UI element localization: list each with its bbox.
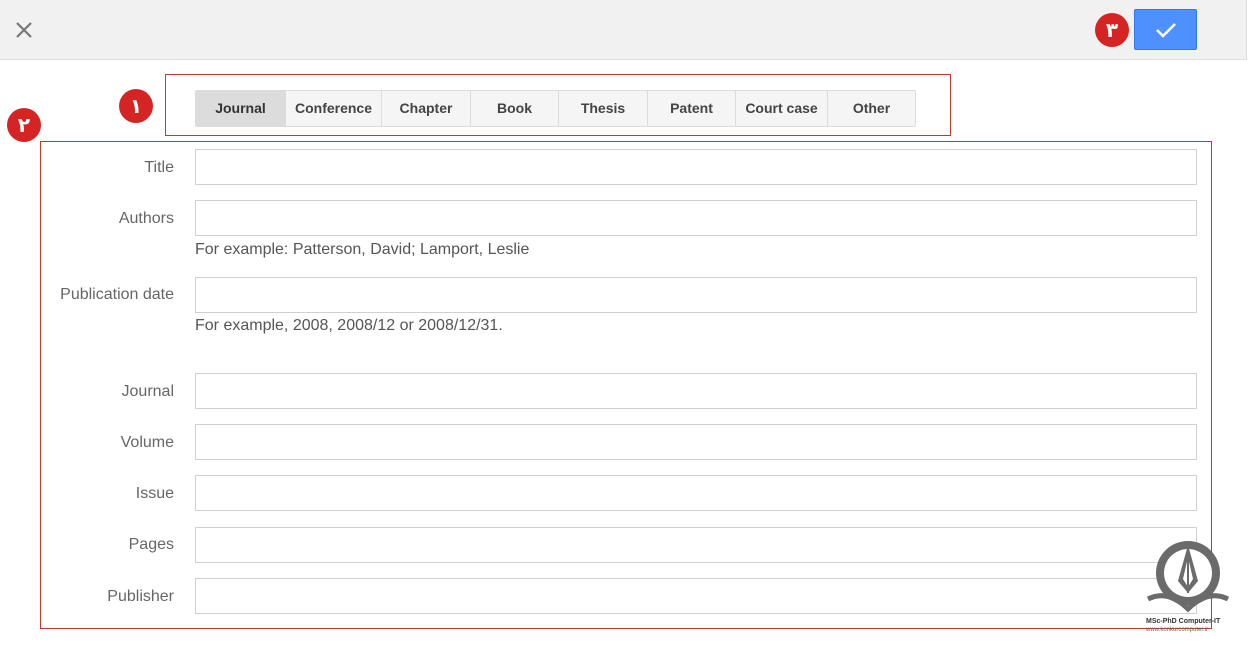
- issue-label: Issue: [135, 485, 174, 502]
- publication-date-label: Publication date: [60, 286, 174, 303]
- title-input[interactable]: [195, 149, 1197, 185]
- tab-chapter[interactable]: Chapter: [381, 91, 470, 126]
- volume-input[interactable]: [195, 424, 1197, 460]
- tab-conference[interactable]: Conference: [285, 91, 381, 126]
- publisher-label: Publisher: [107, 588, 174, 605]
- dialog-toolbar: [0, 0, 1247, 60]
- authors-hint: For example: Patterson, David; Lamport, …: [195, 241, 530, 258]
- authors-label: Authors: [118, 210, 174, 227]
- annotation-marker-1: ١: [119, 89, 153, 123]
- publisher-input[interactable]: [195, 578, 1197, 614]
- tab-court-case[interactable]: Court case: [735, 91, 827, 126]
- watermark-url: www.konkurcomputer.ir: [1146, 627, 1209, 633]
- annotation-marker-2: ٢: [7, 108, 41, 142]
- pages-label: Pages: [128, 536, 174, 553]
- close-button[interactable]: [10, 16, 38, 44]
- tab-patent[interactable]: Patent: [647, 91, 735, 126]
- close-icon: [16, 22, 32, 38]
- pages-input[interactable]: [195, 527, 1197, 563]
- publication-date-hint: For example, 2008, 2008/12 or 2008/12/31…: [195, 317, 503, 334]
- tab-other[interactable]: Other: [827, 91, 915, 126]
- save-button[interactable]: [1134, 9, 1197, 50]
- volume-label: Volume: [120, 434, 174, 451]
- journal-input[interactable]: [195, 373, 1197, 409]
- title-label: Title: [144, 159, 174, 176]
- annotation-marker-3: ٣: [1095, 13, 1129, 47]
- tab-journal[interactable]: Journal: [196, 91, 285, 126]
- publication-date-input[interactable]: [195, 277, 1197, 313]
- checkmark-icon: [1156, 23, 1176, 38]
- issue-input[interactable]: [195, 475, 1197, 511]
- publication-type-tabs: Journal Conference Chapter Book Thesis P…: [195, 90, 916, 127]
- journal-label: Journal: [121, 383, 174, 400]
- tab-book[interactable]: Book: [470, 91, 558, 126]
- tab-thesis[interactable]: Thesis: [558, 91, 647, 126]
- authors-input[interactable]: [195, 200, 1197, 236]
- watermark-title: MSc-PhD Computer-IT: [1146, 618, 1221, 625]
